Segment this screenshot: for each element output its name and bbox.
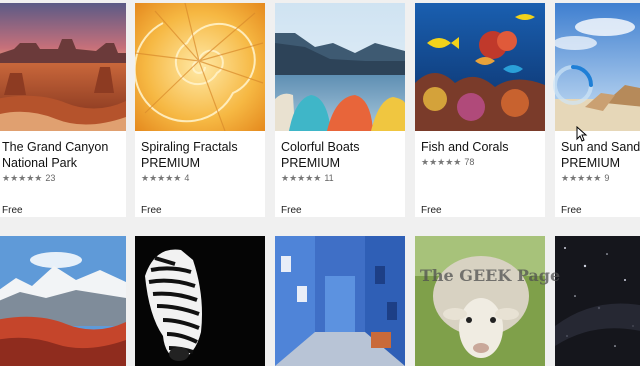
rating-count: 4 — [184, 173, 190, 183]
watermark-text: The GEEK Page — [420, 266, 561, 285]
app-title: Colorful Boats PREMIUM — [281, 140, 360, 170]
app-card-colorful-boats[interactable]: Colorful Boats PREMIUM ★★★★★ 11 Free — [275, 3, 405, 217]
app-title: Fish and Corals — [421, 140, 509, 154]
app-grid: The Grand Canyon National Park ★★★★★ 23 Fr… — [0, 0, 640, 366]
price-label: Free — [561, 205, 582, 216]
zebra-thumbnail — [135, 236, 265, 366]
sheep-thumbnail — [415, 236, 545, 366]
rating: ★★★★★ 78 — [421, 157, 474, 168]
night-sky-thumbnail — [555, 236, 640, 366]
app-card-zebra[interactable] — [135, 236, 265, 366]
rating-count: 23 — [45, 173, 56, 183]
app-card-spiraling-fractals[interactable]: Spiraling Fractals PREMIUM ★★★★★ 4 Free — [135, 3, 265, 217]
app-card-sheep[interactable] — [415, 236, 545, 366]
star-icon: ★★★★★ — [421, 157, 462, 167]
star-icon: ★★★★★ — [2, 173, 43, 183]
coral-reef-thumbnail — [415, 3, 545, 131]
star-icon: ★★★★★ — [141, 173, 182, 183]
kayaks-thumbnail — [275, 3, 405, 131]
rating: ★★★★★ 23 — [2, 173, 55, 184]
app-title: The Grand Canyon National Park — [2, 140, 109, 170]
app-card-fish-corals[interactable]: Fish and Corals ★★★★★ 78 Free — [415, 3, 545, 217]
nautilus-thumbnail — [135, 3, 265, 131]
rating-count: 78 — [464, 157, 475, 167]
price-label: Free — [141, 205, 162, 216]
canyon-thumbnail — [0, 3, 126, 131]
price-label: Free — [2, 205, 23, 216]
rating: ★★★★★ 9 — [561, 173, 609, 184]
street-thumbnail — [275, 236, 405, 366]
star-icon: ★★★★★ — [561, 173, 602, 183]
price-label: Free — [281, 205, 302, 216]
app-card-grand-canyon[interactable]: The Grand Canyon National Park ★★★★★ 23 Fr… — [0, 3, 126, 217]
app-card-mountains[interactable] — [0, 236, 126, 366]
price-label: Free — [421, 205, 442, 216]
app-card-night-sky[interactable] — [555, 236, 640, 366]
star-icon: ★★★★★ — [281, 173, 322, 183]
mountain-thumbnail — [0, 236, 126, 366]
app-title: Spiraling Fractals PREMIUM — [141, 140, 238, 170]
mouse-cursor-icon — [576, 126, 588, 142]
app-card-sun-and-sand[interactable]: Sun and Sand PREMIUM ★★★★★ 9 Free — [555, 3, 640, 217]
rating: ★★★★★ 11 — [281, 173, 334, 184]
app-card-blue-street[interactable] — [275, 236, 405, 366]
loading-spinner-icon — [553, 65, 593, 105]
app-title: Sun and Sand PREMIUM — [561, 140, 640, 170]
rating-count: 9 — [604, 173, 610, 183]
rating: ★★★★★ 4 — [141, 173, 189, 184]
rating-count: 11 — [324, 173, 334, 183]
